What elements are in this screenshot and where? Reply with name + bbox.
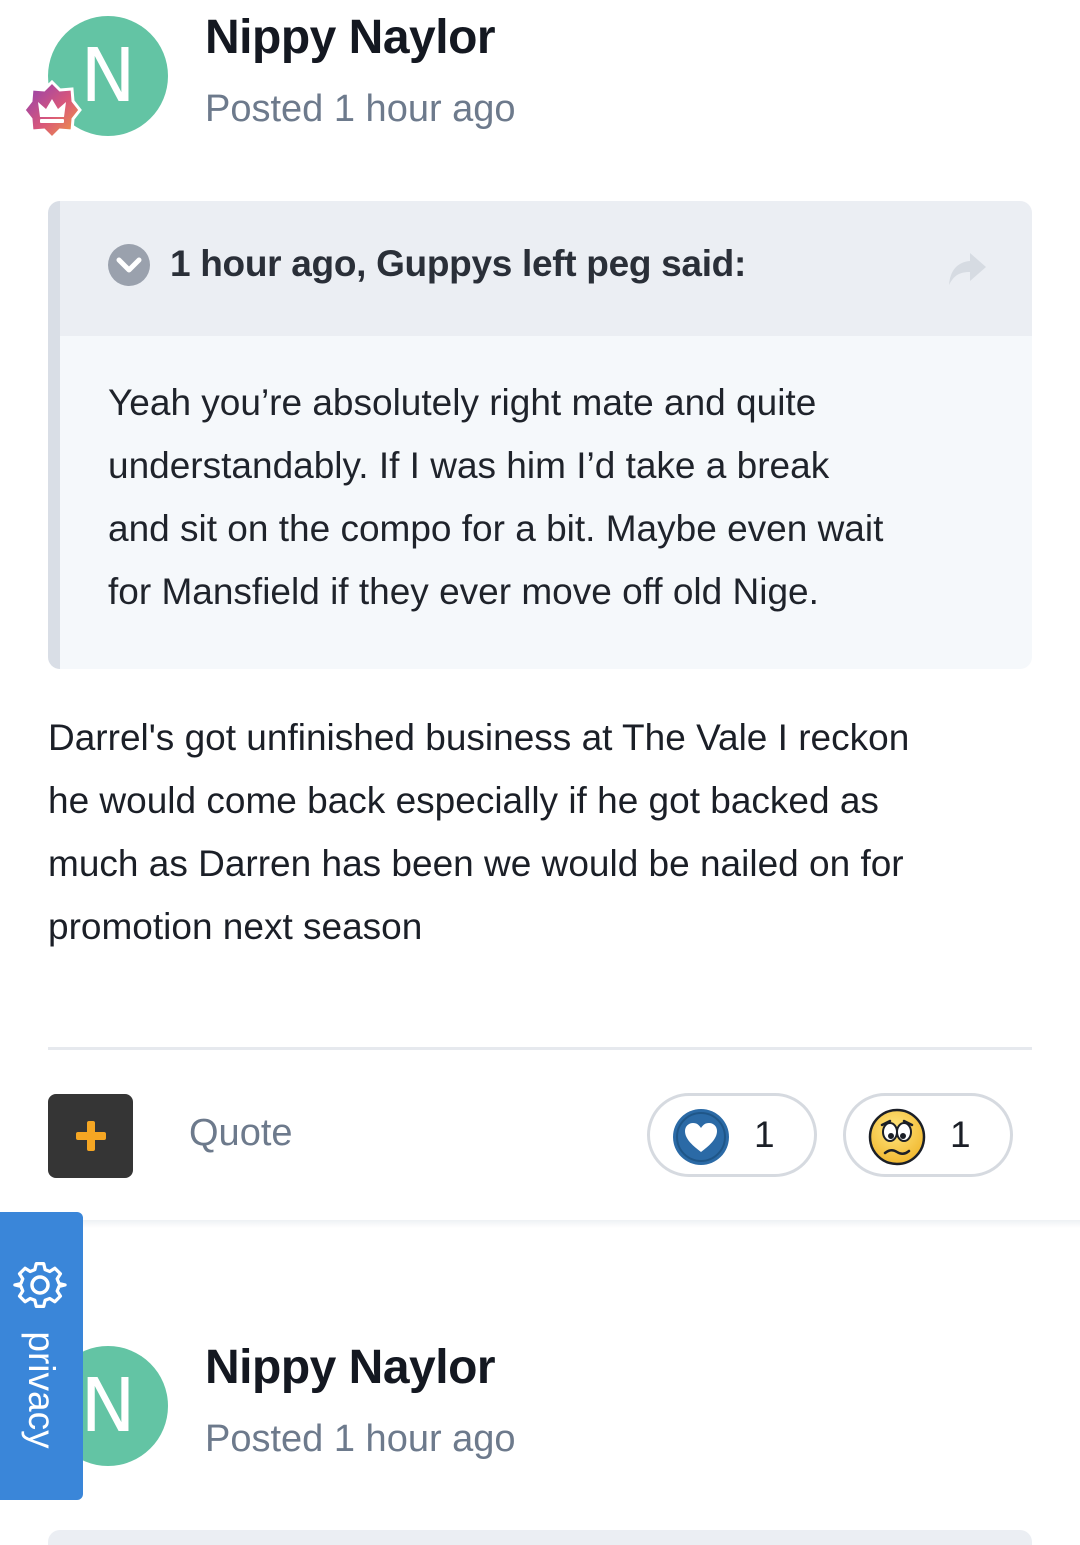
quote-line: understandably. If I was him I’d take a …: [108, 445, 830, 486]
quote-block: [48, 1530, 1032, 1545]
quote-header[interactable]: 1 hour ago, Guppys left peg said:: [60, 201, 1032, 336]
post-header: N Nippy Naylor Posted 1 hour ago: [0, 1330, 1080, 1480]
privacy-label: privacy: [21, 1331, 62, 1449]
post-separator: [0, 1220, 1080, 1228]
quote-attribution: 1 hour ago, Guppys left peg said:: [170, 243, 746, 284]
author-name[interactable]: Nippy Naylor: [205, 1340, 496, 1395]
post-timestamp[interactable]: Posted 1 hour ago: [205, 88, 516, 131]
quote-line: Yeah you’re absolutely right mate and qu…: [108, 382, 817, 423]
post-body: Darrel's got unfinished business at The …: [48, 706, 1038, 958]
multiquote-add-button[interactable]: [48, 1094, 133, 1178]
chevron-down-icon[interactable]: [107, 243, 151, 287]
reaction-sad-button[interactable]: 1: [843, 1093, 1013, 1177]
share-arrow-icon[interactable]: [946, 249, 988, 289]
avatar-initial: N: [80, 33, 136, 119]
post-line: Darrel's got unfinished business at The …: [48, 717, 910, 758]
quote-accent-bar: [48, 201, 60, 669]
avatar-initial: N: [80, 1363, 136, 1449]
heart-like-icon: [673, 1109, 729, 1165]
post-timestamp[interactable]: Posted 1 hour ago: [205, 1418, 516, 1461]
quote-button[interactable]: Quote: [189, 1112, 293, 1155]
post-line: much as Darren has been we would be nail…: [48, 843, 904, 884]
post-line: he would come back especially if he got …: [48, 780, 879, 821]
quote-block: 1 hour ago, Guppys left peg said: Yeah y…: [48, 201, 1032, 669]
reaction-count: 1: [950, 1114, 971, 1155]
quote-text: Yeah you’re absolutely right mate and qu…: [108, 371, 1008, 623]
quote-line: and sit on the compo for a bit. Maybe ev…: [108, 508, 884, 549]
reaction-count: 1: [754, 1114, 775, 1155]
quote-line: for Mansfield if they ever move off old …: [108, 571, 819, 612]
post-line: promotion next season: [48, 906, 423, 947]
privacy-settings-tab[interactable]: privacy: [0, 1212, 83, 1500]
sad-face-icon: [868, 1108, 926, 1166]
reaction-like-button[interactable]: 1: [647, 1093, 817, 1177]
gear-icon: [13, 1261, 67, 1308]
post-header: N Nippy Naylor Posted 1 hour ago: [0, 0, 1080, 150]
post-divider: [48, 1047, 1032, 1050]
forum-thread: N Nippy Naylor Posted 1 hour ago 1 hour …: [0, 0, 1080, 1545]
author-name[interactable]: Nippy Naylor: [205, 10, 496, 65]
crown-badge-icon: [22, 80, 82, 140]
plus-icon: [75, 1121, 106, 1151]
